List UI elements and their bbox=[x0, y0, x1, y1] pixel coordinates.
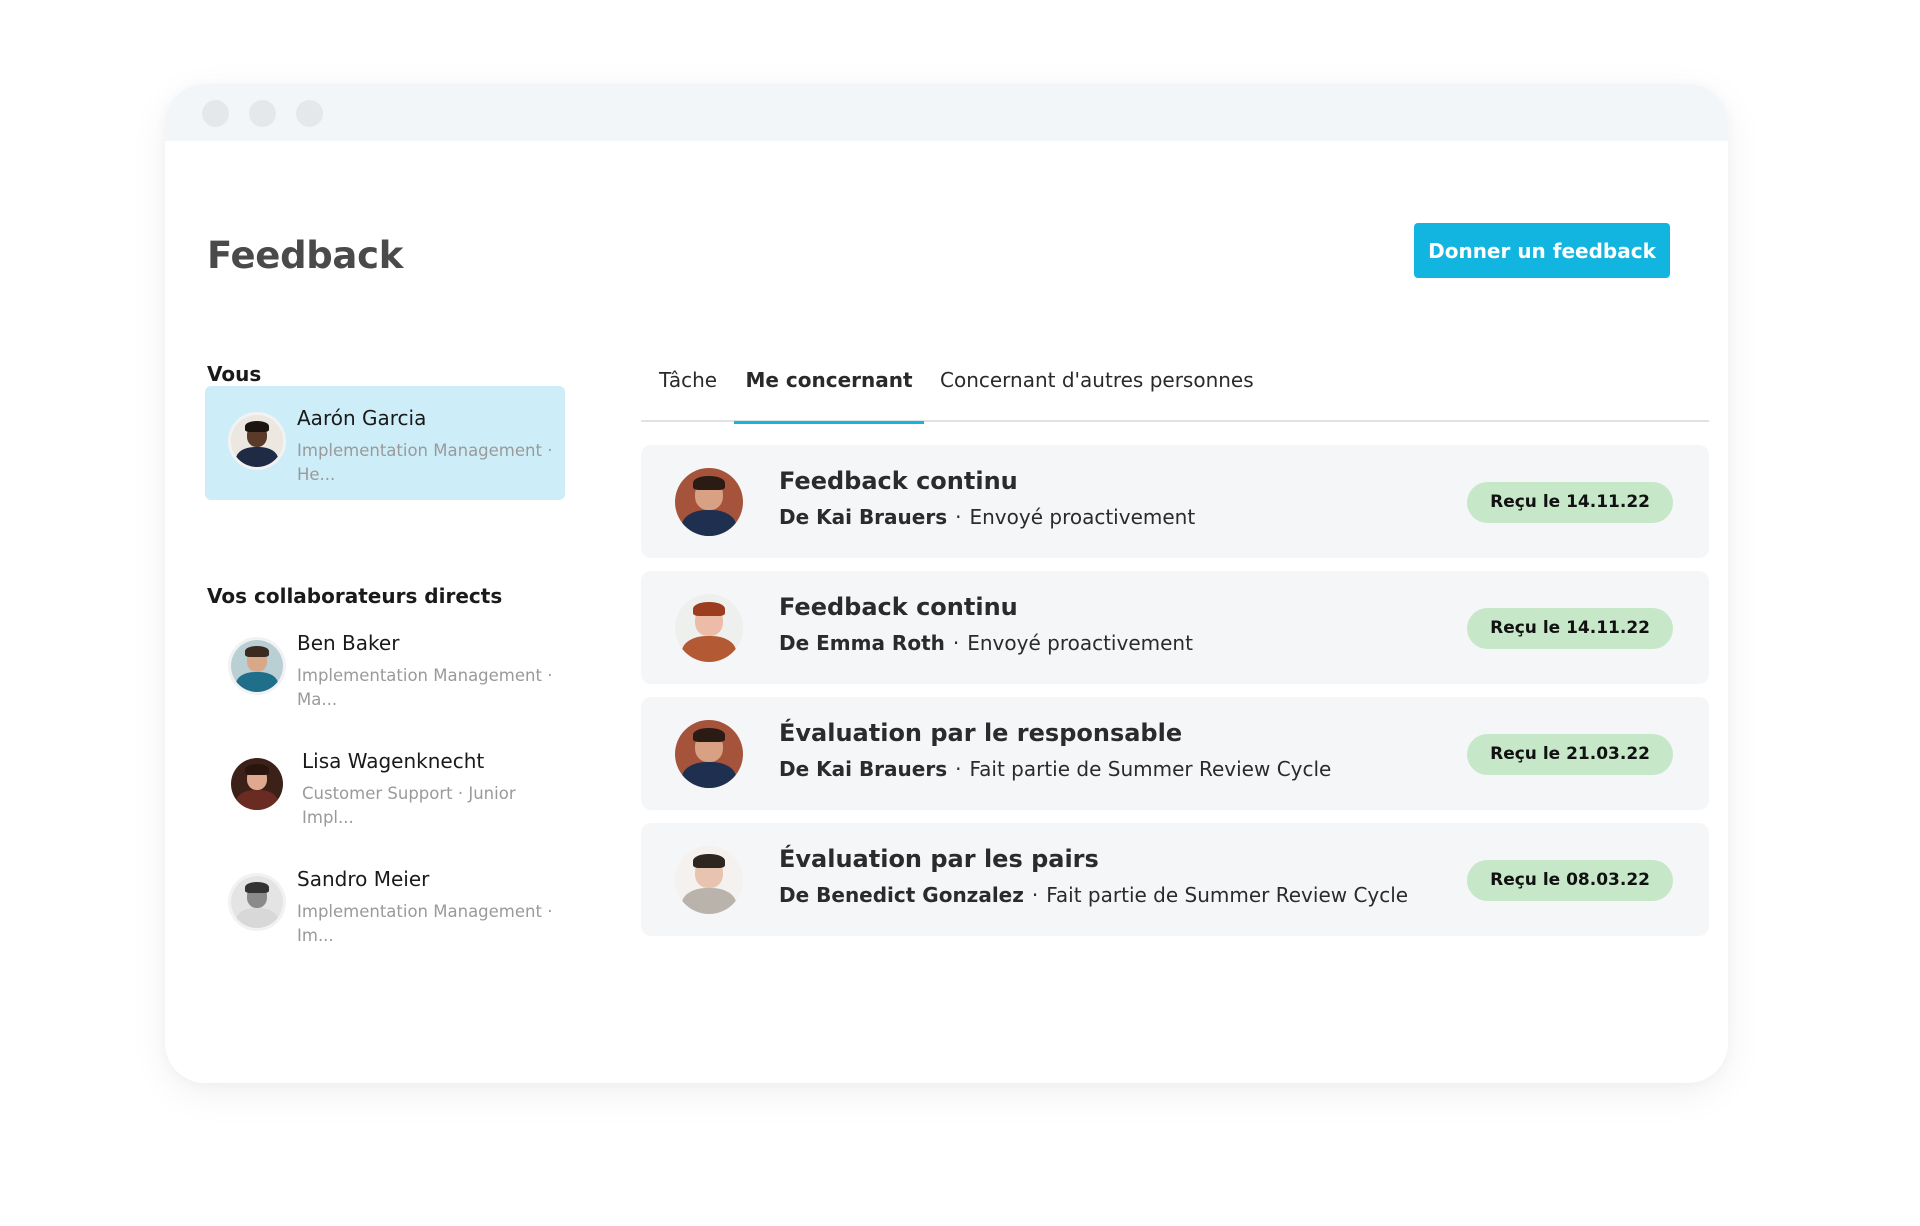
avatar bbox=[675, 594, 743, 662]
avatar bbox=[675, 468, 743, 536]
person-item[interactable]: Lisa Wagenknecht Customer Support · Juni… bbox=[205, 729, 565, 843]
feedback-card[interactable]: Feedback continu De Kai Brauers · Envoyé p… bbox=[641, 445, 1709, 558]
person-name: Lisa Wagenknecht bbox=[302, 749, 485, 773]
feedback-card[interactable]: Évaluation par le responsable De Kai Bra… bbox=[641, 697, 1709, 810]
tab-about-others[interactable]: Concernant d'autres personnes bbox=[940, 346, 1254, 422]
avatar bbox=[228, 873, 286, 931]
avatar bbox=[228, 412, 286, 470]
received-date-badge: Reçu le 08.03.22 bbox=[1467, 860, 1673, 901]
you-section-label: Vous bbox=[207, 362, 262, 386]
separator: · bbox=[955, 757, 962, 781]
avatar bbox=[675, 720, 743, 788]
feedback-author: De Kai Brauers bbox=[779, 757, 948, 781]
feedback-author: De Emma Roth bbox=[779, 631, 945, 655]
person-role: Customer Support · Junior Impl... bbox=[302, 784, 516, 827]
feedback-context: Fait partie de Summer Review Cycle bbox=[969, 757, 1332, 781]
person-role: Implementation Management · Ma... bbox=[297, 666, 553, 709]
received-date-badge: Reçu le 14.11.22 bbox=[1467, 608, 1673, 649]
feedback-card[interactable]: Évaluation par les pairs De Benedict Gon… bbox=[641, 823, 1709, 936]
window-control-dot-icon[interactable] bbox=[296, 100, 323, 127]
tab-task[interactable]: Tâche bbox=[659, 346, 717, 422]
give-feedback-button[interactable]: Donner un feedback bbox=[1414, 223, 1670, 278]
tab-about-me[interactable]: Me concernant bbox=[734, 346, 924, 424]
feedback-title: Feedback continu bbox=[779, 593, 1018, 621]
feedback-title: Évaluation par les pairs bbox=[779, 845, 1099, 873]
person-item-self[interactable]: Aarón Garcia Implementation Management ·… bbox=[205, 386, 565, 500]
feedback-meta: De Kai Brauers · Envoyé proactivement bbox=[779, 505, 1195, 529]
feedback-context: Fait partie de Summer Review Cycle bbox=[1046, 883, 1409, 907]
received-date-badge: Reçu le 14.11.22 bbox=[1467, 482, 1673, 523]
person-role: Implementation Management · Im... bbox=[297, 902, 553, 945]
person-role: Implementation Management · He... bbox=[297, 441, 553, 484]
feedback-title: Évaluation par le responsable bbox=[779, 719, 1183, 747]
feedback-author: De Benedict Gonzalez bbox=[779, 883, 1024, 907]
person-name: Aarón Garcia bbox=[297, 406, 427, 430]
feedback-title: Feedback continu bbox=[779, 467, 1018, 495]
received-date-badge: Reçu le 21.03.22 bbox=[1467, 734, 1673, 775]
feedback-tabs: Tâche Me concernant Concernant d'autres … bbox=[641, 346, 1709, 424]
feedback-meta: De Benedict Gonzalez · Fait partie de Summ… bbox=[779, 883, 1408, 907]
separator: · bbox=[952, 631, 960, 655]
window-control-dot-icon[interactable] bbox=[249, 100, 276, 127]
feedback-card[interactable]: Feedback continu De Emma Roth · Envoyé pro… bbox=[641, 571, 1709, 684]
avatar bbox=[675, 846, 743, 914]
feedback-context: Envoyé proactivement bbox=[967, 631, 1193, 655]
person-name: Sandro Meier bbox=[297, 867, 430, 891]
separator: · bbox=[1031, 883, 1039, 907]
feedback-list: Feedback continu De Kai Brauers · Envoyé p… bbox=[641, 445, 1709, 949]
feedback-author: De Kai Brauers bbox=[779, 505, 948, 529]
feedback-context: Envoyé proactivement bbox=[969, 505, 1196, 529]
avatar bbox=[228, 755, 286, 813]
person-item[interactable]: Ben Baker Implementation Management · Ma… bbox=[205, 611, 565, 725]
page-title: Feedback bbox=[207, 234, 404, 277]
person-item[interactable]: Sandro Meier Implementation Management ·… bbox=[205, 847, 565, 961]
window-titlebar bbox=[165, 84, 1728, 141]
avatar bbox=[228, 637, 286, 695]
feedback-meta: De Emma Roth · Envoyé proactivement bbox=[779, 631, 1193, 655]
direct-reports-label: Vos collaborateurs directs bbox=[207, 584, 503, 608]
separator: · bbox=[955, 505, 962, 529]
person-name: Ben Baker bbox=[297, 631, 400, 655]
app-window: Feedback Donner un feedback Vous Aarón G… bbox=[165, 84, 1728, 1083]
feedback-meta: De Kai Brauers · Fait partie de Summer Rev… bbox=[779, 757, 1331, 781]
window-control-dot-icon[interactable] bbox=[202, 100, 229, 127]
